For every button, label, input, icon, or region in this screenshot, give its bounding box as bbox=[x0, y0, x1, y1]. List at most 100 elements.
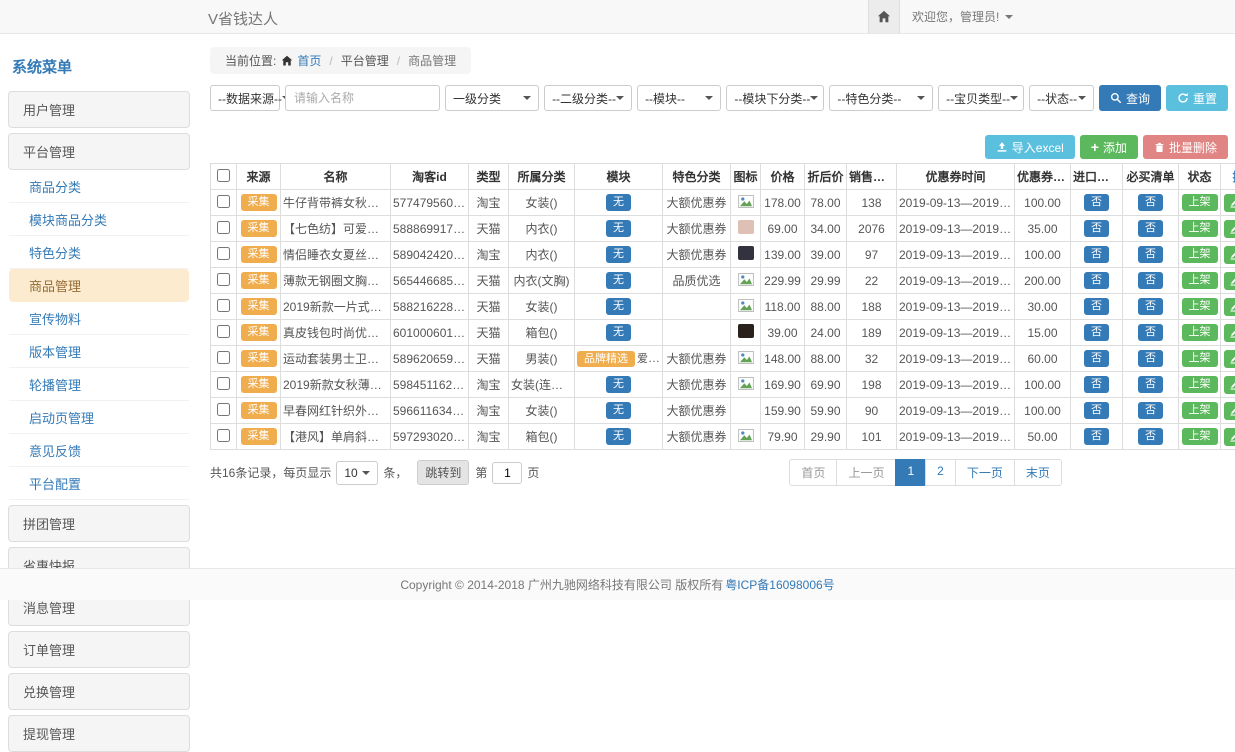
row-checkbox[interactable] bbox=[217, 299, 230, 312]
page-button[interactable]: 1 bbox=[895, 459, 926, 486]
import-select-toggle[interactable]: 否 bbox=[1084, 194, 1109, 211]
row-checkbox[interactable] bbox=[217, 247, 230, 260]
must-buy-toggle[interactable]: 否 bbox=[1138, 272, 1163, 289]
must-buy-toggle[interactable]: 否 bbox=[1138, 350, 1163, 367]
sidebar-item[interactable]: 启动页管理 bbox=[9, 401, 189, 434]
sidebar-item[interactable]: 特色分类 bbox=[9, 236, 189, 269]
must-buy-toggle[interactable]: 否 bbox=[1138, 194, 1163, 211]
status-toggle[interactable]: 上架 bbox=[1182, 428, 1218, 445]
import-select-toggle[interactable]: 否 bbox=[1084, 324, 1109, 341]
status-toggle[interactable]: 上架 bbox=[1182, 298, 1218, 315]
page-button[interactable]: 上一页 bbox=[836, 459, 896, 486]
row-checkbox[interactable] bbox=[217, 195, 230, 208]
edit-button[interactable] bbox=[1224, 246, 1235, 264]
row-checkbox[interactable] bbox=[217, 351, 230, 364]
edit-button[interactable] bbox=[1224, 298, 1235, 316]
sidebar-item[interactable]: 平台管理 bbox=[8, 133, 190, 170]
per-page-select[interactable]: 10 bbox=[336, 461, 378, 485]
select-all-checkbox[interactable] bbox=[217, 169, 230, 182]
name-search-input[interactable] bbox=[285, 85, 440, 111]
sidebar-item[interactable]: 平台配置 bbox=[9, 467, 189, 500]
filter-select-item-type[interactable]: --宝贝类型-- bbox=[938, 85, 1024, 111]
sidebar-item[interactable]: 用户管理 bbox=[8, 91, 190, 128]
row-checkbox[interactable] bbox=[217, 221, 230, 234]
page-number-input[interactable] bbox=[492, 462, 522, 484]
status-toggle[interactable]: 上架 bbox=[1182, 402, 1218, 419]
home-button[interactable] bbox=[868, 0, 900, 33]
user-menu[interactable]: 欢迎您，管理员! bbox=[900, 8, 1025, 25]
filter-select-feature[interactable]: --特色分类-- bbox=[829, 85, 933, 111]
sidebar-item[interactable]: 拼团管理 bbox=[8, 505, 190, 542]
import-select-toggle[interactable]: 否 bbox=[1084, 246, 1109, 263]
sidebar-item-active[interactable]: 商品管理 bbox=[9, 269, 189, 302]
status-toggle[interactable]: 上架 bbox=[1182, 220, 1218, 237]
sidebar-item[interactable]: 订单管理 bbox=[8, 631, 190, 668]
broken-image-icon bbox=[738, 195, 754, 208]
edit-button[interactable] bbox=[1224, 272, 1235, 290]
edit-button[interactable] bbox=[1224, 402, 1235, 420]
filter-select-data-source[interactable]: --数据来源-- bbox=[210, 85, 280, 111]
edit-button[interactable] bbox=[1224, 194, 1235, 212]
reset-button[interactable]: 重置 bbox=[1166, 85, 1228, 111]
import-select-toggle-cell: 否 bbox=[1071, 398, 1123, 424]
sidebar-item[interactable]: 版本管理 bbox=[9, 335, 189, 368]
edit-button[interactable] bbox=[1224, 324, 1235, 342]
filter-select-level1[interactable]: 一级分类 bbox=[445, 85, 539, 111]
import-select-toggle-cell: 否 bbox=[1071, 268, 1123, 294]
import-select-toggle-cell: 否 bbox=[1071, 294, 1123, 320]
sidebar-item[interactable]: 意见反馈 bbox=[9, 434, 189, 467]
must-buy-toggle[interactable]: 否 bbox=[1138, 324, 1163, 341]
import-excel-button[interactable]: 导入excel bbox=[985, 135, 1075, 159]
icp-link[interactable]: 粤ICP备16098006号 bbox=[725, 576, 834, 593]
must-buy-toggle-cell: 否 bbox=[1123, 424, 1179, 450]
filter-select-level2[interactable]: --二级分类-- bbox=[544, 85, 632, 111]
page-button[interactable]: 下一页 bbox=[955, 459, 1015, 486]
import-select-toggle[interactable]: 否 bbox=[1084, 350, 1109, 367]
edit-button[interactable] bbox=[1224, 350, 1235, 368]
edit-button[interactable] bbox=[1224, 428, 1235, 446]
filter-select-status[interactable]: --状态-- bbox=[1029, 85, 1094, 111]
import-select-toggle[interactable]: 否 bbox=[1084, 220, 1109, 237]
status-toggle[interactable]: 上架 bbox=[1182, 272, 1218, 289]
sidebar-item[interactable]: 商品分类 bbox=[9, 170, 189, 203]
import-select-toggle[interactable]: 否 bbox=[1084, 428, 1109, 445]
status-toggle[interactable]: 上架 bbox=[1182, 324, 1218, 341]
import-select-toggle[interactable]: 否 bbox=[1084, 298, 1109, 315]
edit-button[interactable] bbox=[1224, 220, 1235, 238]
add-button[interactable]: + 添加 bbox=[1080, 135, 1138, 159]
import-select-toggle[interactable]: 否 bbox=[1084, 272, 1109, 289]
row-checkbox[interactable] bbox=[217, 429, 230, 442]
must-buy-toggle[interactable]: 否 bbox=[1138, 402, 1163, 419]
sidebar-item[interactable]: 模块商品分类 bbox=[9, 203, 189, 236]
discount-price-cell: 29.99 bbox=[805, 268, 847, 294]
page-button[interactable]: 首页 bbox=[789, 459, 837, 486]
filter-select-module[interactable]: --模块-- bbox=[637, 85, 721, 111]
edit-button[interactable] bbox=[1224, 376, 1235, 394]
row-checkbox[interactable] bbox=[217, 377, 230, 390]
status-toggle[interactable]: 上架 bbox=[1182, 194, 1218, 211]
page-button[interactable]: 末页 bbox=[1014, 459, 1062, 486]
page-button[interactable]: 2 bbox=[925, 459, 956, 486]
sidebar-item[interactable]: 提现管理 bbox=[8, 715, 190, 752]
jump-button[interactable]: 跳转到 bbox=[417, 460, 469, 485]
must-buy-toggle[interactable]: 否 bbox=[1138, 428, 1163, 445]
row-checkbox[interactable] bbox=[217, 273, 230, 286]
import-select-toggle[interactable]: 否 bbox=[1084, 376, 1109, 393]
import-select-toggle[interactable]: 否 bbox=[1084, 402, 1109, 419]
must-buy-toggle[interactable]: 否 bbox=[1138, 298, 1163, 315]
sidebar-item[interactable]: 兑换管理 bbox=[8, 673, 190, 710]
breadcrumb-home-link[interactable]: 首页 bbox=[281, 52, 321, 69]
filter-select-module-sub[interactable]: --模块下分类-- bbox=[726, 85, 824, 111]
sidebar-item[interactable]: 轮播管理 bbox=[9, 368, 189, 401]
batch-delete-button[interactable]: 批量删除 bbox=[1143, 135, 1228, 159]
search-button[interactable]: 查询 bbox=[1099, 85, 1161, 111]
must-buy-toggle[interactable]: 否 bbox=[1138, 220, 1163, 237]
status-toggle[interactable]: 上架 bbox=[1182, 350, 1218, 367]
sidebar-item[interactable]: 宣传物料 bbox=[9, 302, 189, 335]
row-checkbox[interactable] bbox=[217, 403, 230, 416]
status-toggle[interactable]: 上架 bbox=[1182, 246, 1218, 263]
row-checkbox[interactable] bbox=[217, 325, 230, 338]
status-toggle[interactable]: 上架 bbox=[1182, 376, 1218, 393]
must-buy-toggle[interactable]: 否 bbox=[1138, 246, 1163, 263]
must-buy-toggle[interactable]: 否 bbox=[1138, 376, 1163, 393]
